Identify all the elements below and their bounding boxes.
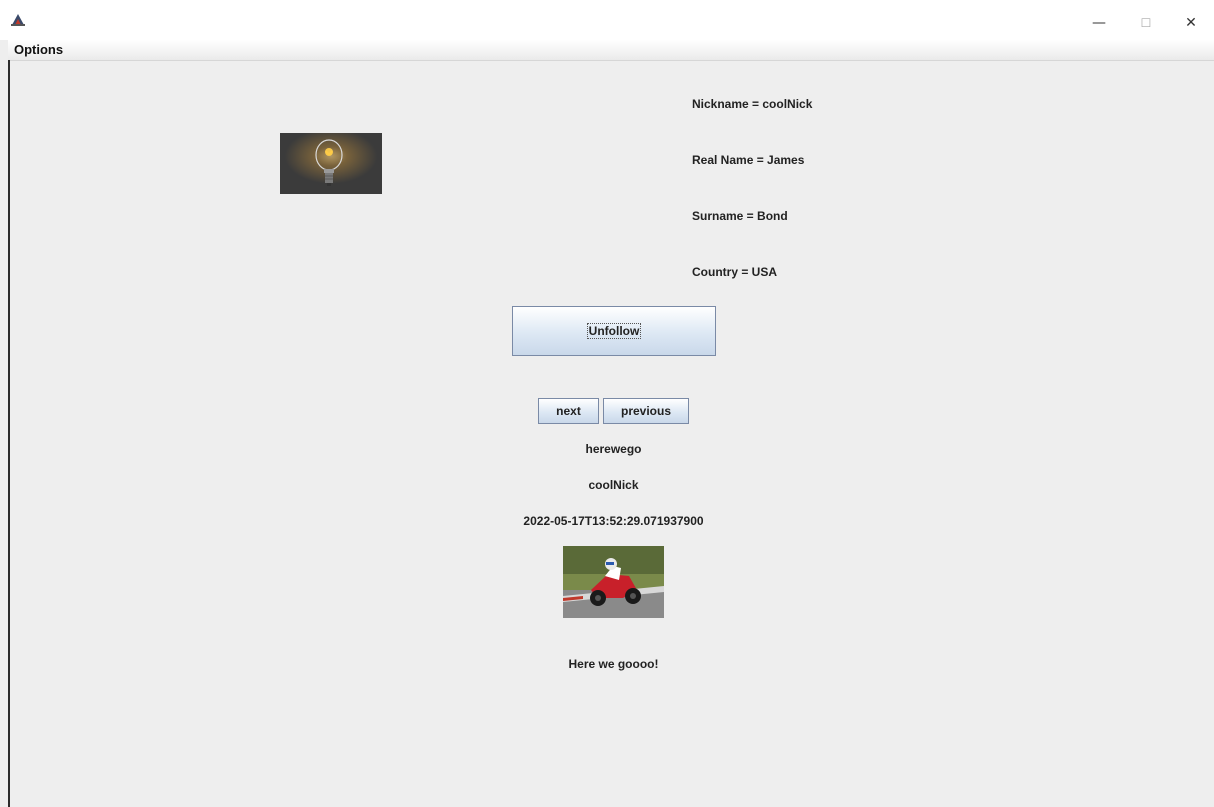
real-name-label: Real Name = James xyxy=(692,153,805,167)
post-timestamp: 2022-05-17T13:52:29.071937900 xyxy=(523,514,704,528)
title-bar: — ☐ ✕ xyxy=(0,0,1214,40)
close-button[interactable]: ✕ xyxy=(1168,8,1214,38)
java-icon xyxy=(10,11,26,27)
menu-options[interactable]: Options xyxy=(14,42,63,57)
surname-label: Surname = Bond xyxy=(692,209,788,223)
menu-bar: Options xyxy=(8,40,1214,61)
nickname-label: Nickname = coolNick xyxy=(692,97,813,111)
window-left-border xyxy=(8,60,10,807)
unfollow-button[interactable]: Unfollow xyxy=(512,306,716,356)
country-label: Country = USA xyxy=(692,265,778,279)
next-button[interactable]: next xyxy=(538,398,599,424)
previous-button[interactable]: previous xyxy=(603,398,689,424)
post-text: Here we goooo! xyxy=(568,657,659,671)
unfollow-button-label: Unfollow xyxy=(586,323,642,339)
post-image xyxy=(563,546,664,618)
profile-picture xyxy=(280,133,382,194)
app-window: — ☐ ✕ Options Nickname = coolNick Real N… xyxy=(0,0,1214,807)
maximize-button[interactable]: ☐ xyxy=(1123,8,1169,38)
post-title: herewego xyxy=(585,442,642,456)
post-author: coolNick xyxy=(588,478,639,492)
minimize-button[interactable]: — xyxy=(1076,8,1122,38)
